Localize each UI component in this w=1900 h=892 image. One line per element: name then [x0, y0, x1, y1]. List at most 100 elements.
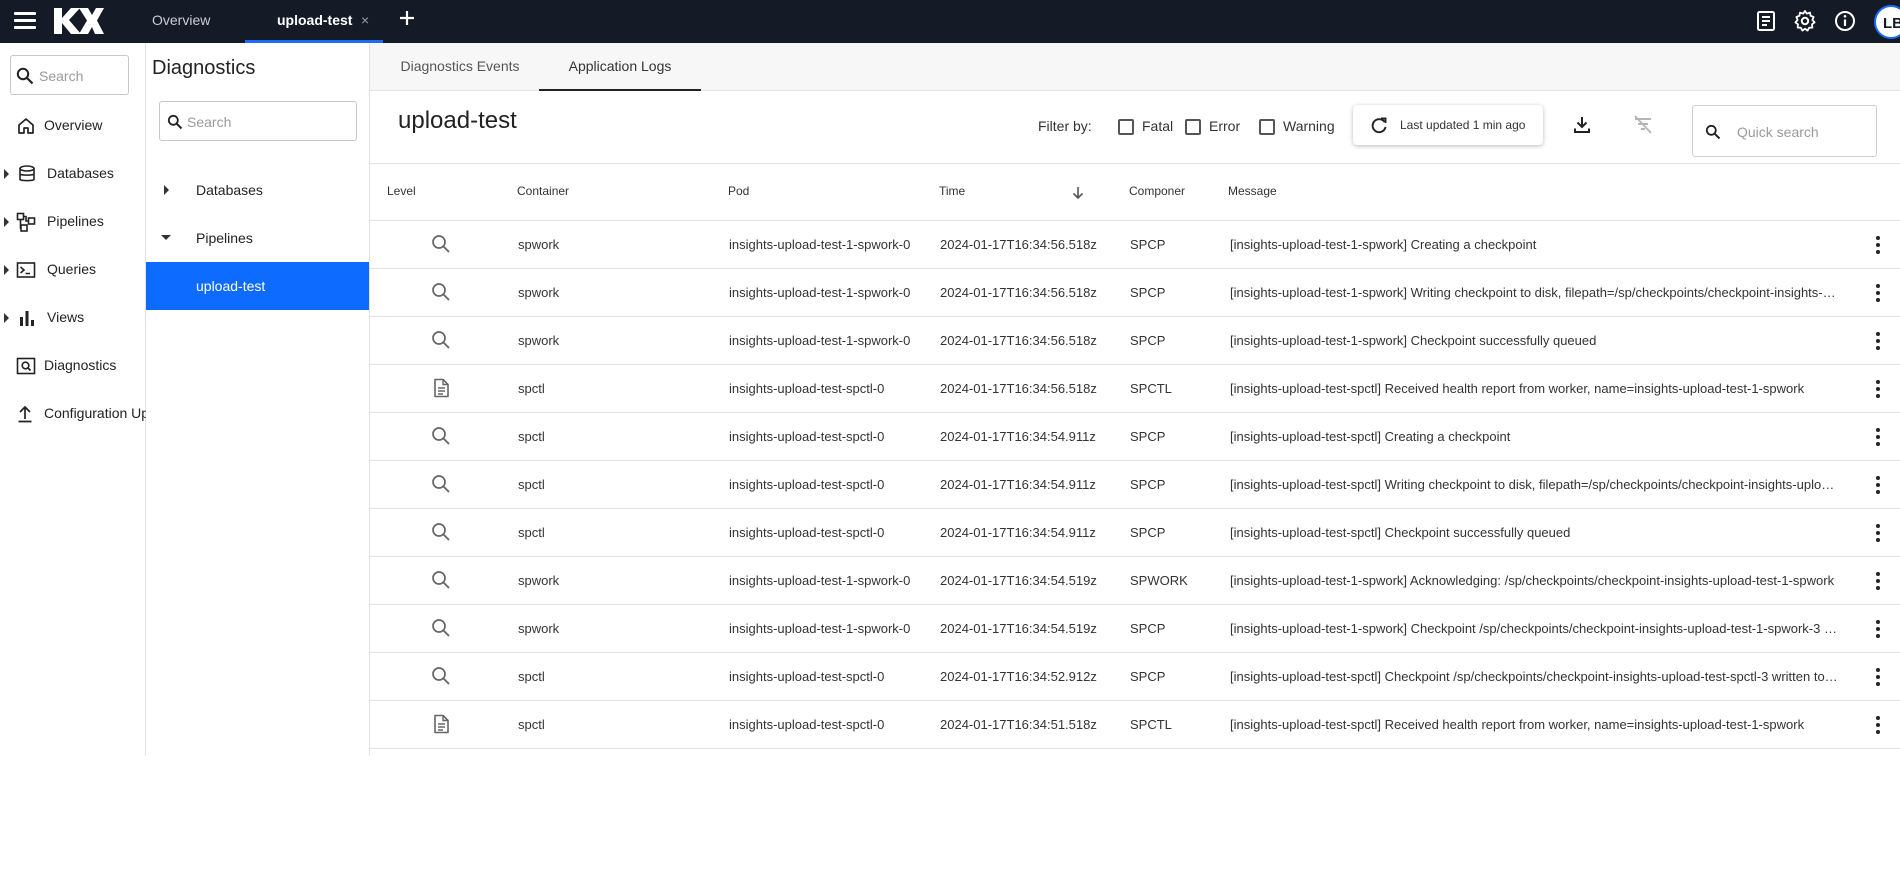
more-vert-icon[interactable] [1866, 425, 1890, 449]
search-icon [430, 329, 452, 351]
table-row[interactable]: spctl insights-upload-test-spctl-0 2024-01… [370, 509, 1900, 557]
cell-component: SPCP [1130, 525, 1166, 540]
cell-pod: insights-upload-test-1-spwork-0 [729, 333, 911, 348]
fatal-checkbox[interactable] [1118, 119, 1134, 135]
more-vert-icon[interactable] [1866, 665, 1890, 689]
cell-time: 2024-01-17T16:34:51.518z [940, 717, 1097, 732]
tab-upload-test[interactable]: upload-test × [245, 0, 383, 43]
download-icon[interactable] [1570, 113, 1594, 137]
table-row[interactable]: spctl insights-upload-test-spctl-0 2024-01… [370, 461, 1900, 509]
bar-chart-icon [20, 311, 34, 326]
more-vert-icon[interactable] [1866, 329, 1890, 353]
table-row[interactable]: spctl insights-upload-test-spctl-0 2024-01… [370, 365, 1900, 413]
column-header-level[interactable]: Level [387, 184, 416, 198]
sidebar-item-pipelines[interactable]: Pipelines [0, 202, 146, 242]
tab-overview[interactable]: Overview [152, 0, 210, 43]
cell-message: [insights-upload-test-spctl] Checkpoint … [1230, 525, 1571, 540]
search-icon [430, 521, 452, 543]
cell-time: 2024-01-17T16:34:56.518z [940, 333, 1097, 348]
cell-container: spctl [518, 525, 545, 540]
more-vert-icon[interactable] [1866, 377, 1890, 401]
column-header-time[interactable]: Time [939, 184, 965, 198]
close-icon[interactable]: × [361, 0, 369, 40]
sidebar-item-overview[interactable]: Overview [0, 106, 146, 146]
cell-message: [insights-upload-test-1-spwork] Checkpoi… [1230, 621, 1840, 636]
sidebar-item-views[interactable]: Views [0, 298, 146, 338]
cell-container: spctl [518, 669, 545, 684]
arrow-down-icon[interactable] [1070, 185, 1086, 201]
cell-component: SPWORK [1130, 573, 1188, 588]
table-row[interactable]: spwork insights-upload-test-1-spwork-0 202… [370, 557, 1900, 605]
tree-item-label: Databases [196, 182, 263, 198]
diagnostics-icon [16, 357, 36, 375]
page-title: upload-test [398, 107, 517, 134]
cell-pod: insights-upload-test-spctl-0 [729, 717, 885, 732]
sidebar-item-databases[interactable]: Databases [0, 154, 146, 194]
column-header-message[interactable]: Message [1228, 184, 1277, 198]
error-label[interactable]: Error [1209, 118, 1240, 134]
quick-search-input[interactable]: Quick search [1692, 105, 1877, 157]
tree-item-databases[interactable]: Databases [146, 166, 369, 214]
caret-down-icon[interactable] [161, 235, 171, 240]
column-header-pod[interactable]: Pod [728, 184, 749, 198]
sidebar-item-diagnostics[interactable]: Diagnostics [0, 346, 146, 386]
clear-filter-icon[interactable] [1631, 113, 1655, 137]
more-vert-icon[interactable] [1866, 233, 1890, 257]
column-header-component[interactable]: Componer [1129, 184, 1187, 198]
search-icon [430, 569, 452, 591]
table-row[interactable]: spctl insights-upload-test-spctl-0 2024-01… [370, 653, 1900, 701]
sidebar-item-label: Configuration Up [44, 405, 150, 421]
cell-pod: insights-upload-test-spctl-0 [729, 381, 885, 396]
caret-right-icon[interactable] [164, 185, 169, 195]
cell-pod: insights-upload-test-spctl-0 [729, 669, 885, 684]
more-vert-icon[interactable] [1866, 617, 1890, 641]
search-icon [430, 281, 452, 303]
plus-icon[interactable] [394, 5, 420, 31]
table-row[interactable]: spctl insights-upload-test-spctl-0 2024-01… [370, 413, 1900, 461]
table-row[interactable]: spwork insights-upload-test-1-spwork-0 202… [370, 605, 1900, 653]
cell-container: spwork [518, 285, 560, 300]
warning-label[interactable]: Warning [1283, 118, 1335, 134]
tree-item-pipelines[interactable]: Pipelines [146, 214, 369, 262]
sidebar-item-label: Diagnostics [44, 357, 117, 373]
cell-pod: insights-upload-test-spctl-0 [729, 477, 885, 492]
gear-icon[interactable] [1793, 9, 1817, 33]
fatal-label[interactable]: Fatal [1142, 118, 1173, 134]
more-vert-icon[interactable] [1866, 521, 1890, 545]
tree-item-upload-test[interactable]: upload-test [146, 262, 369, 310]
tab-diagnostics-events[interactable]: Diagnostics Events [374, 43, 546, 91]
more-vert-icon[interactable] [1866, 569, 1890, 593]
cell-component: SPCP [1130, 429, 1166, 444]
tab-application-logs[interactable]: Application Logs [539, 43, 701, 91]
table-row[interactable]: spwork insights-upload-test-1-spwork-0 202… [370, 221, 1900, 269]
caret-right-icon [4, 313, 9, 323]
cell-component: SPCP [1130, 621, 1166, 636]
warning-checkbox[interactable] [1259, 119, 1275, 135]
kx-logo [54, 8, 104, 34]
cell-pod: insights-upload-test-spctl-0 [729, 429, 885, 444]
cell-pod: insights-upload-test-1-spwork-0 [729, 621, 911, 636]
document-icon [430, 713, 452, 735]
sidebar-item-queries[interactable]: Queries [0, 250, 146, 290]
caret-right-icon [4, 169, 9, 179]
cell-pod: insights-upload-test-1-spwork-0 [729, 237, 911, 252]
menu-icon[interactable] [14, 11, 36, 29]
error-checkbox[interactable] [1185, 119, 1201, 135]
avatar[interactable]: LB [1874, 5, 1900, 39]
info-icon[interactable] [1833, 9, 1857, 33]
more-vert-icon[interactable] [1866, 473, 1890, 497]
tree-search-input[interactable]: Search [159, 101, 357, 141]
table-row[interactable]: spwork insights-upload-test-1-spwork-0 202… [370, 269, 1900, 317]
table-row[interactable]: spwork insights-upload-test-1-spwork-0 202… [370, 317, 1900, 365]
sidebar-item-configuration-upload[interactable]: Configuration Up [0, 394, 150, 434]
tab-upload-test-label: upload-test [277, 12, 353, 28]
table-row[interactable]: spctl insights-upload-test-spctl-0 2024-01… [370, 701, 1900, 749]
column-header-container[interactable]: Container [517, 184, 569, 198]
notes-icon[interactable] [1754, 9, 1778, 33]
cell-component: SPCTL [1130, 381, 1172, 396]
refresh-button[interactable]: Last updated 1 min ago [1353, 105, 1543, 145]
nav-search-placeholder: Search [39, 68, 84, 84]
more-vert-icon[interactable] [1866, 713, 1890, 737]
more-vert-icon[interactable] [1866, 281, 1890, 305]
nav-search-input[interactable]: Search [10, 55, 129, 95]
